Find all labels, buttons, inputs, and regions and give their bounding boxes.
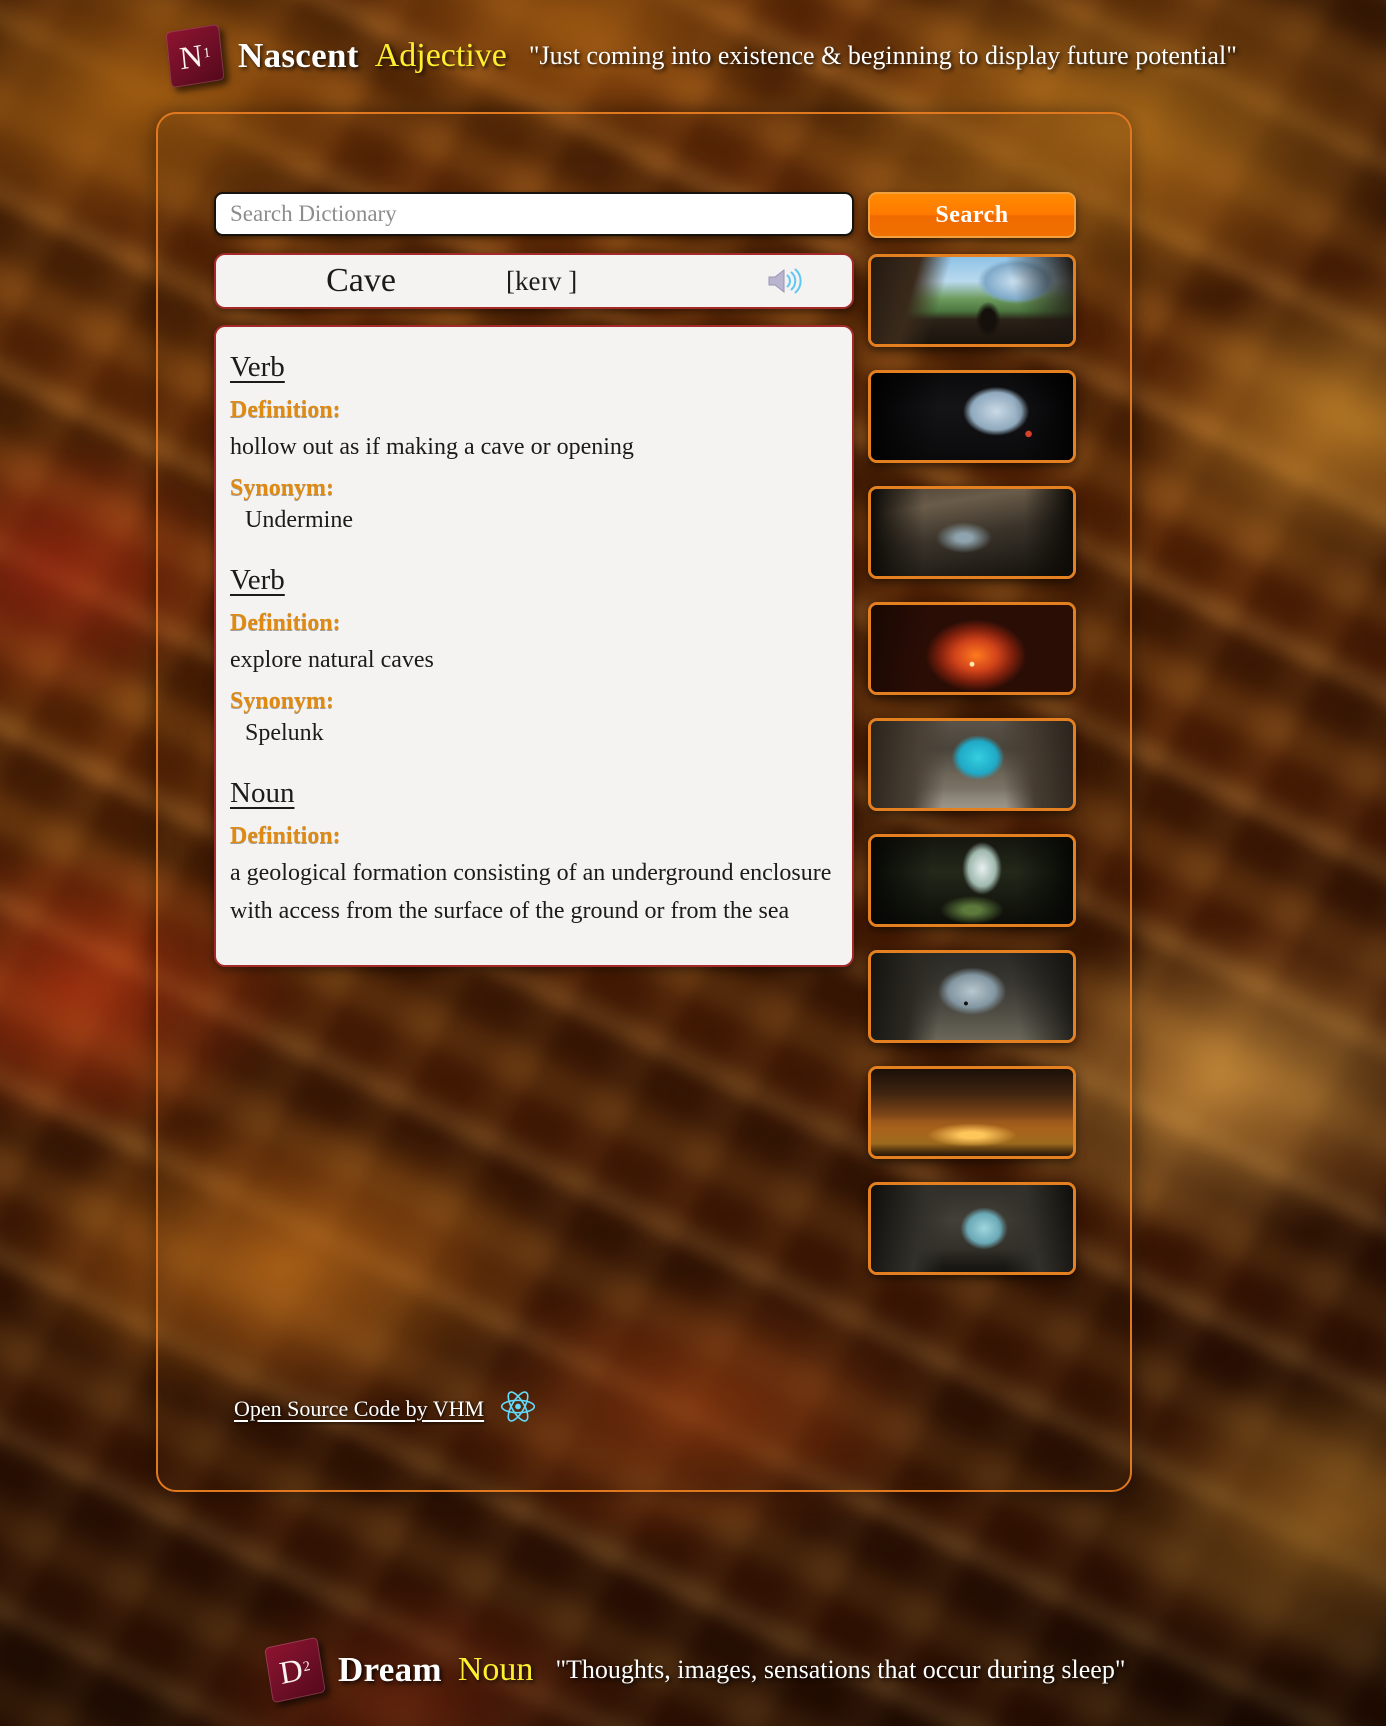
bottom-banner-part-of-speech: Noun (457, 1651, 534, 1688)
thumbnail-item[interactable] (868, 1182, 1076, 1275)
word-of-the-day-bottom-banner: D2 Dream Noun "Thoughts, images, sensati… (0, 1624, 1386, 1716)
thumbnail-item[interactable] (868, 486, 1076, 579)
tile-letter: N (177, 36, 205, 76)
entry-part-of-speech: Noun (230, 777, 295, 810)
image-results-rail (868, 254, 1080, 1275)
thumbnail-item[interactable] (868, 718, 1076, 811)
cave-image (871, 373, 1073, 460)
synonym-label: Synonym: (230, 688, 335, 715)
definitions-panel: Verb Definition: hollow out as if making… (214, 325, 854, 967)
cave-image (871, 1185, 1073, 1272)
thumbnail-item[interactable] (868, 1066, 1076, 1159)
definition-label: Definition: (230, 397, 341, 423)
top-banner-word: Nascent (238, 36, 359, 75)
letter-tile-d: D2 (264, 1636, 326, 1704)
definition-text: hollow out as if making a cave or openin… (230, 434, 634, 460)
cave-image (871, 953, 1073, 1040)
search-input[interactable] (214, 192, 854, 236)
definition-text: explore natural caves (230, 647, 434, 674)
cave-image (871, 489, 1073, 576)
phonetic-transcription: [keɪv ] (506, 265, 578, 296)
synonym-label: Synonym: (230, 475, 335, 502)
definition-entry: Noun Definition: a geological formation … (230, 777, 836, 929)
search-row (214, 192, 854, 236)
synonym-text: Spelunk (245, 720, 324, 747)
definition-text: a geological formation consisting of an … (230, 860, 832, 924)
definition-label: Definition: (230, 610, 341, 637)
thumbnail-item[interactable] (868, 602, 1076, 695)
tile-value: 2 (302, 1658, 312, 1676)
bottom-banner-word: Dream (338, 1650, 442, 1689)
synonym-text: Undermine (245, 507, 353, 534)
definition-label: Definition: (230, 823, 341, 850)
cave-image (871, 1069, 1073, 1156)
react-logo-icon (500, 1390, 536, 1428)
entry-part-of-speech: Verb (230, 351, 285, 383)
current-word: Cave (326, 262, 396, 299)
top-banner-quote: "Just coming into existence & beginning … (528, 41, 1237, 70)
top-banner-part-of-speech: Adjective (374, 37, 507, 74)
thumbnail-item[interactable] (868, 370, 1076, 463)
letter-tile-n: N1 (165, 23, 225, 89)
tile-letter: D (276, 1650, 306, 1691)
cave-image (871, 605, 1073, 692)
word-of-the-day-top-banner: N1 Nascent Adjective "Just coming into e… (0, 16, 1386, 96)
cave-image (871, 257, 1073, 344)
open-source-link[interactable]: Open Source Code by VHM (234, 1396, 484, 1422)
dictionary-app-card: Cave [keɪv ] Verb Definition: hollow out… (156, 112, 1132, 1492)
search-button[interactable]: Search (868, 192, 1076, 238)
definition-entry: Verb Definition: explore natural caves S… (230, 564, 836, 747)
cave-image (871, 721, 1073, 808)
footer-credit-row: Open Source Code by VHM (234, 1390, 536, 1428)
cave-image (871, 837, 1073, 924)
speaker-icon[interactable] (764, 264, 804, 298)
tile-value: 1 (202, 45, 212, 62)
thumbnail-item[interactable] (868, 834, 1076, 927)
thumbnail-item[interactable] (868, 950, 1076, 1043)
thumbnail-item[interactable] (868, 254, 1076, 347)
definition-entry: Verb Definition: hollow out as if making… (230, 351, 836, 534)
search-and-results-column: Cave [keɪv ] Verb Definition: hollow out… (214, 192, 854, 967)
word-headline-bar: Cave [keɪv ] (214, 253, 854, 309)
entry-part-of-speech: Verb (230, 564, 285, 597)
bottom-banner-quote: "Thoughts, images, sensations that occur… (555, 1655, 1126, 1684)
